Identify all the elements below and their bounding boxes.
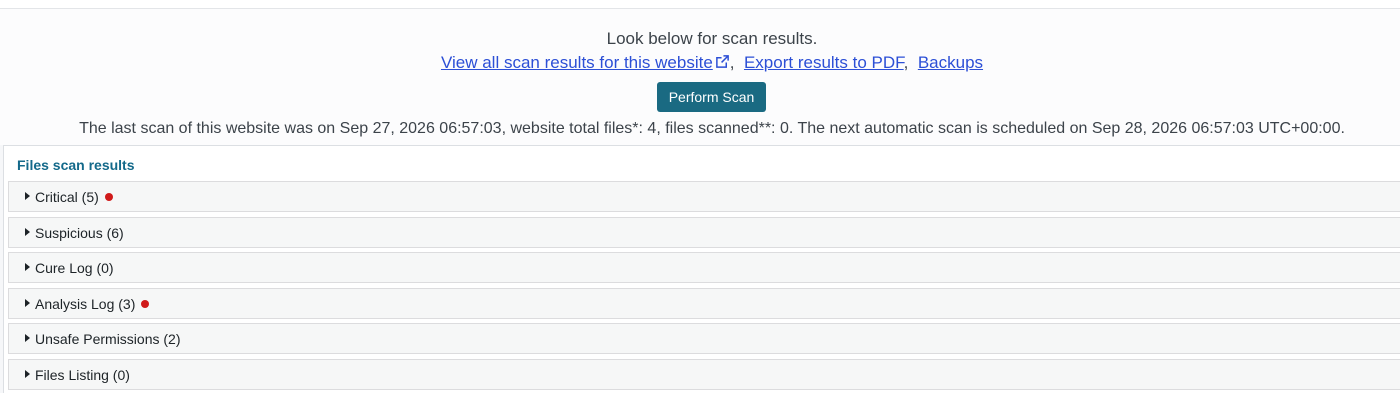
top-strip <box>0 0 1400 9</box>
section-label: Cure Log (0) <box>35 260 114 276</box>
section-analysis-log[interactable]: Analysis Log (3) <box>8 288 1400 319</box>
export-pdf-link[interactable]: Export results to PDF <box>744 53 904 72</box>
section-unsafe-permissions[interactable]: Unsafe Permissions (2) <box>8 323 1400 354</box>
section-label: Analysis Log (3) <box>35 296 136 312</box>
backups-link[interactable]: Backups <box>918 53 983 72</box>
link-separator: , <box>903 53 909 72</box>
perform-scan-button[interactable]: Perform Scan <box>657 82 766 112</box>
section-suspicious[interactable]: Suspicious (6) <box>8 217 1400 248</box>
triangle-right-icon <box>25 228 30 236</box>
scan-header: Look below for scan results. View all sc… <box>0 9 1400 145</box>
external-link-icon <box>715 55 729 68</box>
view-all-results-link[interactable]: View all scan results for this website <box>441 53 730 72</box>
section-files-listing[interactable]: Files Listing (0) <box>8 359 1400 390</box>
triangle-right-icon <box>25 370 30 378</box>
section-label: Critical (5) <box>35 189 99 205</box>
results-title: Files scan results <box>17 157 135 173</box>
triangle-right-icon <box>25 192 30 200</box>
view-all-results-label: View all scan results for this website <box>440 53 713 72</box>
results-links: View all scan results for this website, … <box>0 53 1400 73</box>
triangle-right-icon <box>25 299 30 307</box>
section-label: Files Listing (0) <box>35 367 130 383</box>
last-scan-info: The last scan of this website was on Sep… <box>79 120 1345 137</box>
intro-text: Look below for scan results. <box>606 29 818 48</box>
link-separator: , <box>729 53 735 72</box>
section-cure-log[interactable]: Cure Log (0) <box>8 252 1400 283</box>
triangle-right-icon <box>25 263 30 271</box>
red-dot-icon <box>141 300 150 308</box>
triangle-right-icon <box>25 334 30 342</box>
section-critical[interactable]: Critical (5) <box>8 181 1400 212</box>
red-dot-icon <box>104 193 113 201</box>
section-label: Unsafe Permissions (2) <box>35 331 181 347</box>
section-label: Suspicious (6) <box>35 225 124 241</box>
files-scan-results-panel: Files scan results Critical (5) Suspicio… <box>3 145 1400 393</box>
